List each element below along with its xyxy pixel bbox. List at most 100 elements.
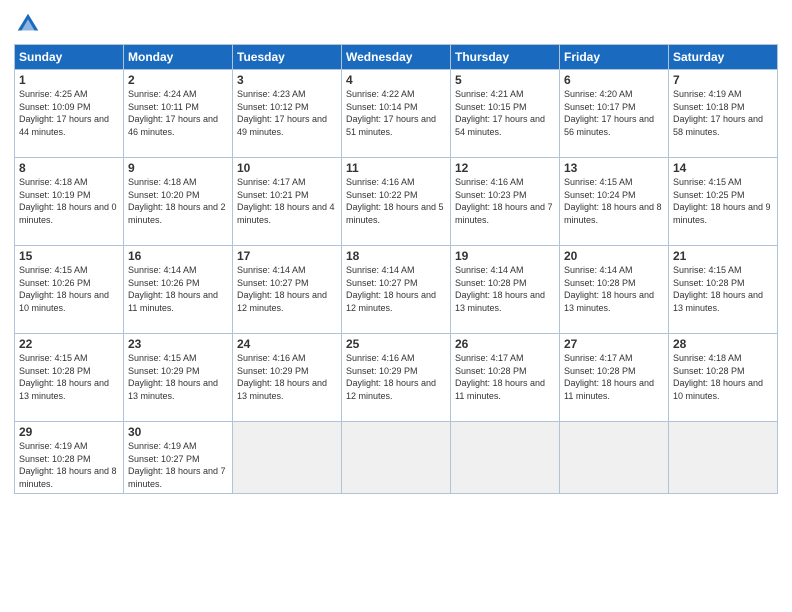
calendar-table: SundayMondayTuesdayWednesdayThursdayFrid… bbox=[14, 44, 778, 494]
day-number: 7 bbox=[673, 73, 773, 87]
day-number: 4 bbox=[346, 73, 446, 87]
calendar-cell: 18 Sunrise: 4:14 AM Sunset: 10:27 PM Day… bbox=[342, 246, 451, 334]
calendar-cell: 17 Sunrise: 4:14 AM Sunset: 10:27 PM Day… bbox=[233, 246, 342, 334]
day-number: 10 bbox=[237, 161, 337, 175]
day-info: Sunrise: 4:14 AM Sunset: 10:27 PM Daylig… bbox=[346, 264, 446, 314]
calendar-cell: 6 Sunrise: 4:20 AM Sunset: 10:17 PM Dayl… bbox=[560, 70, 669, 158]
day-info: Sunrise: 4:15 AM Sunset: 10:28 PM Daylig… bbox=[673, 264, 773, 314]
calendar-week-row: 22 Sunrise: 4:15 AM Sunset: 10:28 PM Day… bbox=[15, 334, 778, 422]
day-number: 3 bbox=[237, 73, 337, 87]
calendar-cell bbox=[669, 422, 778, 494]
day-number: 30 bbox=[128, 425, 228, 439]
logo-icon bbox=[14, 10, 42, 38]
calendar-week-row: 1 Sunrise: 4:25 AM Sunset: 10:09 PM Dayl… bbox=[15, 70, 778, 158]
calendar-cell: 28 Sunrise: 4:18 AM Sunset: 10:28 PM Day… bbox=[669, 334, 778, 422]
calendar-cell bbox=[233, 422, 342, 494]
day-number: 25 bbox=[346, 337, 446, 351]
calendar-day-header: Tuesday bbox=[233, 45, 342, 70]
day-number: 15 bbox=[19, 249, 119, 263]
calendar-cell: 22 Sunrise: 4:15 AM Sunset: 10:28 PM Day… bbox=[15, 334, 124, 422]
page: SundayMondayTuesdayWednesdayThursdayFrid… bbox=[0, 0, 792, 612]
calendar-cell: 9 Sunrise: 4:18 AM Sunset: 10:20 PM Dayl… bbox=[124, 158, 233, 246]
day-info: Sunrise: 4:17 AM Sunset: 10:28 PM Daylig… bbox=[564, 352, 664, 402]
day-info: Sunrise: 4:16 AM Sunset: 10:22 PM Daylig… bbox=[346, 176, 446, 226]
day-info: Sunrise: 4:22 AM Sunset: 10:14 PM Daylig… bbox=[346, 88, 446, 138]
day-info: Sunrise: 4:25 AM Sunset: 10:09 PM Daylig… bbox=[19, 88, 119, 138]
day-info: Sunrise: 4:14 AM Sunset: 10:28 PM Daylig… bbox=[564, 264, 664, 314]
day-number: 14 bbox=[673, 161, 773, 175]
calendar-day-header: Monday bbox=[124, 45, 233, 70]
day-number: 28 bbox=[673, 337, 773, 351]
day-info: Sunrise: 4:16 AM Sunset: 10:23 PM Daylig… bbox=[455, 176, 555, 226]
day-number: 11 bbox=[346, 161, 446, 175]
calendar-week-row: 15 Sunrise: 4:15 AM Sunset: 10:26 PM Day… bbox=[15, 246, 778, 334]
calendar-cell: 11 Sunrise: 4:16 AM Sunset: 10:22 PM Day… bbox=[342, 158, 451, 246]
day-info: Sunrise: 4:15 AM Sunset: 10:28 PM Daylig… bbox=[19, 352, 119, 402]
day-info: Sunrise: 4:21 AM Sunset: 10:15 PM Daylig… bbox=[455, 88, 555, 138]
calendar-day-header: Wednesday bbox=[342, 45, 451, 70]
day-info: Sunrise: 4:23 AM Sunset: 10:12 PM Daylig… bbox=[237, 88, 337, 138]
day-info: Sunrise: 4:24 AM Sunset: 10:11 PM Daylig… bbox=[128, 88, 228, 138]
day-info: Sunrise: 4:14 AM Sunset: 10:27 PM Daylig… bbox=[237, 264, 337, 314]
calendar-cell bbox=[560, 422, 669, 494]
day-number: 24 bbox=[237, 337, 337, 351]
calendar-cell: 14 Sunrise: 4:15 AM Sunset: 10:25 PM Day… bbox=[669, 158, 778, 246]
day-info: Sunrise: 4:18 AM Sunset: 10:19 PM Daylig… bbox=[19, 176, 119, 226]
calendar-cell: 30 Sunrise: 4:19 AM Sunset: 10:27 PM Day… bbox=[124, 422, 233, 494]
day-info: Sunrise: 4:14 AM Sunset: 10:28 PM Daylig… bbox=[455, 264, 555, 314]
day-number: 18 bbox=[346, 249, 446, 263]
calendar-cell: 27 Sunrise: 4:17 AM Sunset: 10:28 PM Day… bbox=[560, 334, 669, 422]
day-info: Sunrise: 4:15 AM Sunset: 10:26 PM Daylig… bbox=[19, 264, 119, 314]
day-number: 5 bbox=[455, 73, 555, 87]
calendar-cell bbox=[451, 422, 560, 494]
day-info: Sunrise: 4:14 AM Sunset: 10:26 PM Daylig… bbox=[128, 264, 228, 314]
calendar-cell: 23 Sunrise: 4:15 AM Sunset: 10:29 PM Day… bbox=[124, 334, 233, 422]
day-number: 17 bbox=[237, 249, 337, 263]
day-info: Sunrise: 4:18 AM Sunset: 10:28 PM Daylig… bbox=[673, 352, 773, 402]
day-info: Sunrise: 4:19 AM Sunset: 10:28 PM Daylig… bbox=[19, 440, 119, 490]
calendar-cell: 7 Sunrise: 4:19 AM Sunset: 10:18 PM Dayl… bbox=[669, 70, 778, 158]
calendar-cell: 26 Sunrise: 4:17 AM Sunset: 10:28 PM Day… bbox=[451, 334, 560, 422]
calendar-header-row: SundayMondayTuesdayWednesdayThursdayFrid… bbox=[15, 45, 778, 70]
day-number: 20 bbox=[564, 249, 664, 263]
day-info: Sunrise: 4:19 AM Sunset: 10:27 PM Daylig… bbox=[128, 440, 228, 490]
calendar-cell: 4 Sunrise: 4:22 AM Sunset: 10:14 PM Dayl… bbox=[342, 70, 451, 158]
day-info: Sunrise: 4:17 AM Sunset: 10:28 PM Daylig… bbox=[455, 352, 555, 402]
calendar-cell: 13 Sunrise: 4:15 AM Sunset: 10:24 PM Day… bbox=[560, 158, 669, 246]
day-number: 2 bbox=[128, 73, 228, 87]
calendar-cell: 16 Sunrise: 4:14 AM Sunset: 10:26 PM Day… bbox=[124, 246, 233, 334]
calendar-week-row: 8 Sunrise: 4:18 AM Sunset: 10:19 PM Dayl… bbox=[15, 158, 778, 246]
day-number: 6 bbox=[564, 73, 664, 87]
calendar-cell: 3 Sunrise: 4:23 AM Sunset: 10:12 PM Dayl… bbox=[233, 70, 342, 158]
logo bbox=[14, 10, 46, 38]
calendar-cell: 10 Sunrise: 4:17 AM Sunset: 10:21 PM Day… bbox=[233, 158, 342, 246]
calendar-cell: 5 Sunrise: 4:21 AM Sunset: 10:15 PM Dayl… bbox=[451, 70, 560, 158]
calendar-cell: 8 Sunrise: 4:18 AM Sunset: 10:19 PM Dayl… bbox=[15, 158, 124, 246]
calendar-day-header: Sunday bbox=[15, 45, 124, 70]
day-number: 29 bbox=[19, 425, 119, 439]
day-number: 26 bbox=[455, 337, 555, 351]
calendar-cell: 29 Sunrise: 4:19 AM Sunset: 10:28 PM Day… bbox=[15, 422, 124, 494]
day-info: Sunrise: 4:17 AM Sunset: 10:21 PM Daylig… bbox=[237, 176, 337, 226]
calendar-cell: 25 Sunrise: 4:16 AM Sunset: 10:29 PM Day… bbox=[342, 334, 451, 422]
calendar-cell: 19 Sunrise: 4:14 AM Sunset: 10:28 PM Day… bbox=[451, 246, 560, 334]
day-number: 27 bbox=[564, 337, 664, 351]
day-number: 13 bbox=[564, 161, 664, 175]
day-number: 16 bbox=[128, 249, 228, 263]
day-info: Sunrise: 4:15 AM Sunset: 10:29 PM Daylig… bbox=[128, 352, 228, 402]
day-number: 9 bbox=[128, 161, 228, 175]
day-number: 12 bbox=[455, 161, 555, 175]
day-number: 8 bbox=[19, 161, 119, 175]
day-number: 1 bbox=[19, 73, 119, 87]
header bbox=[14, 10, 778, 38]
day-info: Sunrise: 4:15 AM Sunset: 10:24 PM Daylig… bbox=[564, 176, 664, 226]
calendar-day-header: Thursday bbox=[451, 45, 560, 70]
calendar-day-header: Friday bbox=[560, 45, 669, 70]
calendar-cell: 15 Sunrise: 4:15 AM Sunset: 10:26 PM Day… bbox=[15, 246, 124, 334]
calendar-cell: 12 Sunrise: 4:16 AM Sunset: 10:23 PM Day… bbox=[451, 158, 560, 246]
day-info: Sunrise: 4:16 AM Sunset: 10:29 PM Daylig… bbox=[237, 352, 337, 402]
calendar-cell: 2 Sunrise: 4:24 AM Sunset: 10:11 PM Dayl… bbox=[124, 70, 233, 158]
day-number: 22 bbox=[19, 337, 119, 351]
day-info: Sunrise: 4:16 AM Sunset: 10:29 PM Daylig… bbox=[346, 352, 446, 402]
calendar-day-header: Saturday bbox=[669, 45, 778, 70]
